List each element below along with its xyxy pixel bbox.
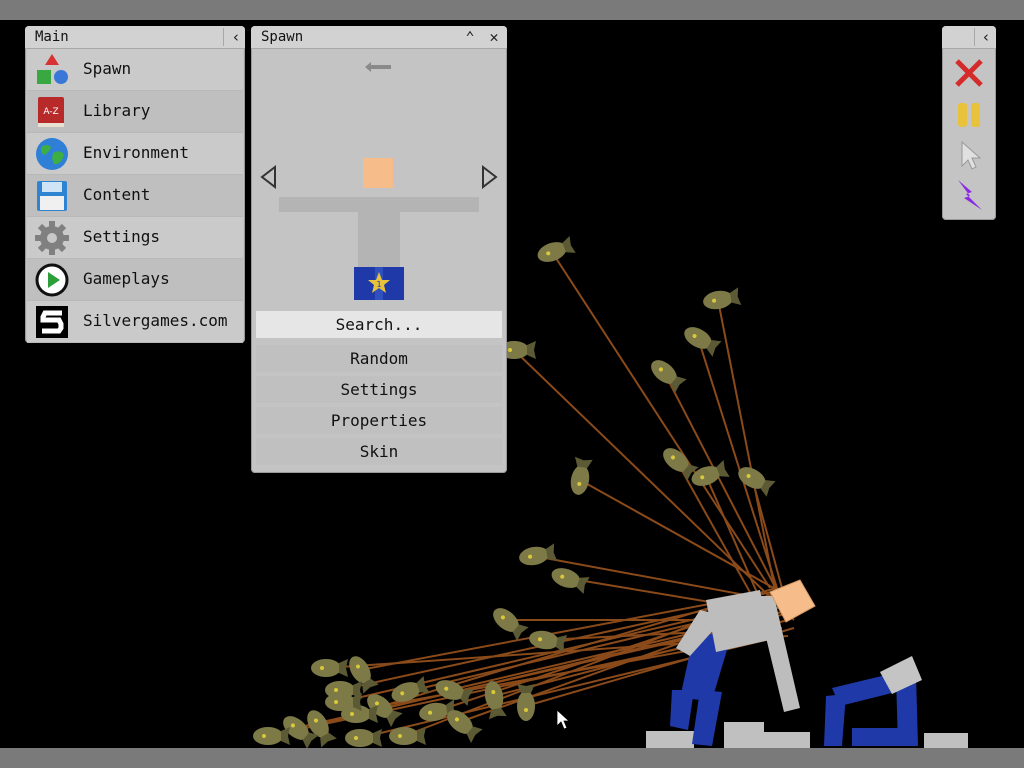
menu-item-label: Content (83, 185, 151, 204)
rope-line (663, 371, 789, 613)
search-input[interactable]: Search... (256, 311, 502, 338)
menu-item-label: Silvergames.com (83, 311, 228, 330)
header-separator (223, 28, 224, 46)
gear-icon (35, 221, 69, 255)
menu-item-environment[interactable]: Environment (27, 133, 243, 175)
spawn-panel-title: Spawn (261, 29, 304, 45)
next-arrow-icon[interactable] (480, 165, 498, 189)
ragdoll-preview: 1 (279, 158, 479, 300)
ground-block (764, 732, 810, 748)
header-separator (974, 28, 975, 46)
settings-button[interactable]: Settings (256, 376, 502, 403)
previous-arrow-icon[interactable] (260, 165, 278, 189)
bomb-object (684, 327, 722, 357)
menu-item-gameplays[interactable]: Gameplays (27, 259, 243, 301)
ragdoll-figure (824, 656, 922, 746)
menu-item-spawn[interactable]: Spawn (27, 49, 243, 91)
drag-arrow-icon[interactable] (365, 60, 393, 74)
properties-button[interactable]: Properties (256, 407, 502, 434)
spawn-shapes-icon (37, 54, 68, 84)
preview-badge-text: 1 (376, 280, 381, 289)
menu-item-label: Spawn (83, 59, 132, 78)
spawn-panel-header[interactable]: Spawn ⌃ ✕ (251, 26, 507, 49)
floppy-disk-icon (37, 181, 67, 211)
menu-item-label: Gameplays (83, 269, 170, 288)
main-menu-panel: Main ‹ Spawn A-Z Library Environment Con… (25, 26, 245, 343)
toolbar-panel: ‹ (942, 26, 996, 220)
cursor-icon[interactable] (952, 138, 986, 172)
menu-item-silvergames[interactable]: Silvergames.com (27, 301, 243, 343)
globe-icon (36, 138, 68, 170)
main-panel-header[interactable]: Main ‹ (25, 26, 245, 49)
collapse-left-icon[interactable]: ‹ (976, 26, 996, 48)
collapse-left-icon[interactable]: ‹ (225, 26, 247, 48)
bomb-object (325, 693, 362, 711)
bomb-object (663, 448, 699, 482)
library-book-icon: A-Z (38, 97, 64, 127)
clear-close-icon[interactable] (952, 56, 986, 90)
bomb-object (703, 287, 742, 310)
bomb-object (493, 608, 529, 642)
library-icon-text: A-Z (43, 107, 58, 117)
close-icon[interactable]: ✕ (483, 26, 505, 48)
ragdoll-figure (670, 579, 816, 746)
bomb-object (345, 729, 382, 747)
bomb-object (519, 543, 558, 566)
ground-block (646, 731, 694, 748)
random-button[interactable]: Random (256, 345, 502, 372)
skin-button[interactable]: Skin (256, 438, 502, 465)
bomb-object (311, 659, 348, 677)
menu-item-label: Environment (83, 143, 189, 162)
silvergames-logo-icon (36, 306, 68, 338)
ground-block (724, 722, 764, 748)
minimize-chevron-up-icon[interactable]: ⌃ (459, 26, 481, 48)
toolbar-header[interactable]: ‹ (942, 26, 996, 49)
bomb-object (537, 236, 576, 262)
main-menu-list: Spawn A-Z Library Environment Content Se… (25, 49, 245, 343)
bomb-object (570, 456, 593, 495)
bomb-object (551, 568, 590, 594)
lightning-icon[interactable] (952, 178, 986, 212)
menu-item-label: Settings (83, 227, 161, 246)
bomb-object (253, 727, 290, 745)
spawn-panel: Spawn ⌃ ✕ 1 Search... Random Settings Pr… (251, 26, 507, 473)
pause-icon[interactable] (952, 98, 986, 132)
menu-item-label: Library (83, 101, 151, 120)
ground-block (924, 733, 968, 748)
bomb-object (517, 684, 535, 721)
mouse-cursor (556, 709, 571, 730)
play-icon (35, 263, 69, 297)
bomb-object (389, 727, 426, 745)
menu-item-content[interactable]: Content (27, 175, 243, 217)
main-panel-title: Main (35, 29, 69, 45)
bottom-bar (0, 748, 1024, 768)
bomb-object (651, 360, 687, 394)
menu-item-library[interactable]: A-Z Library (27, 91, 243, 133)
menu-item-settings[interactable]: Settings (27, 217, 243, 259)
